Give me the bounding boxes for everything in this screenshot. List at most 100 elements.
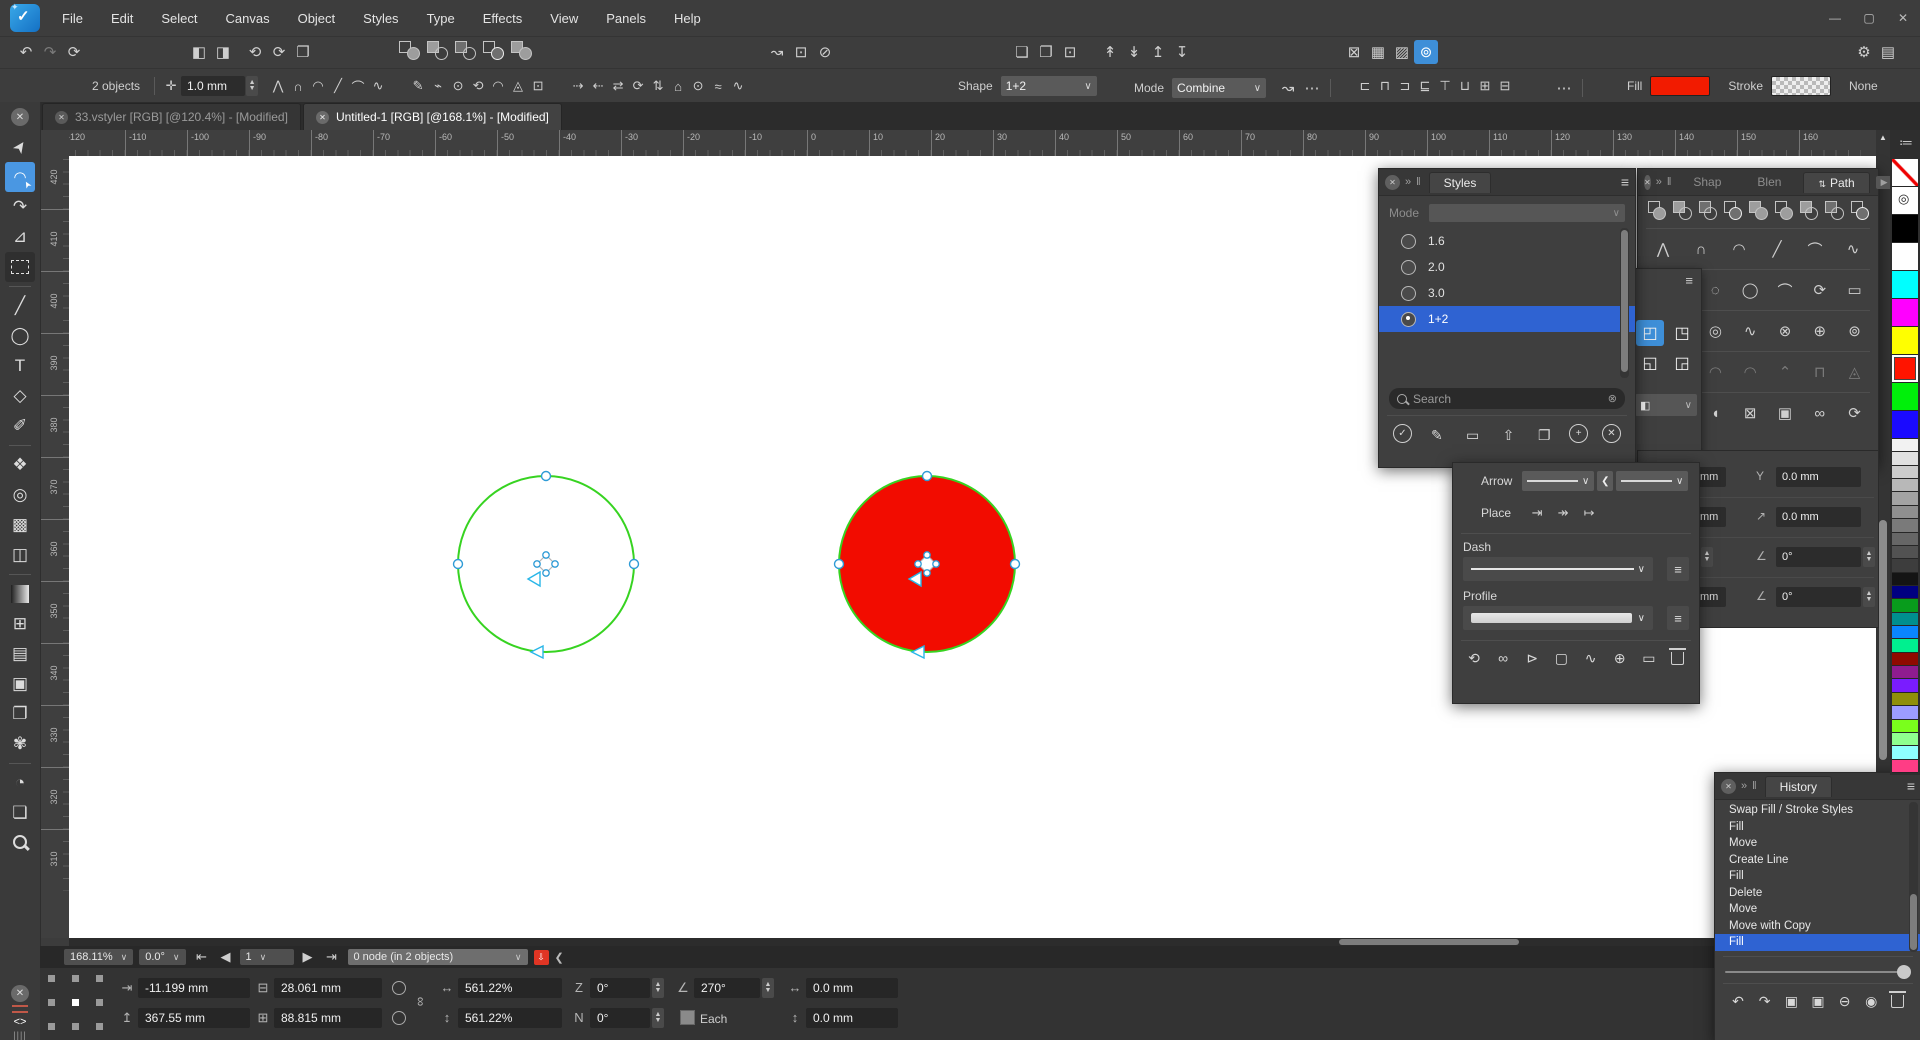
record-history-icon[interactable]: ◉ — [1860, 990, 1882, 1012]
place-start-icon[interactable]: ⇥ — [1527, 503, 1547, 523]
warp-tool[interactable]: ◫ — [5, 540, 35, 570]
selection-status[interactable]: 0 node (in 2 objects)∨ — [348, 949, 528, 965]
width-tool[interactable]: ✐ — [5, 411, 35, 441]
extend-left-icon[interactable]: ⇠ — [588, 76, 608, 96]
exclude-icon[interactable] — [481, 40, 505, 60]
rotation-select[interactable]: 0.0°∨ — [139, 949, 185, 965]
send-backward-icon[interactable]: ↧ — [1170, 40, 1194, 64]
close-toolbar-icon[interactable]: ✕ — [11, 108, 29, 126]
delete-snapshot-icon[interactable]: ▣ — [1780, 990, 1802, 1012]
swap-stroke-icon[interactable]: ⟲ — [1463, 647, 1485, 669]
square-node-icon[interactable]: ⊡ — [528, 76, 548, 96]
sketch-ellipse-icon[interactable]: ◌ — [1703, 278, 1727, 302]
tab-styles[interactable]: Styles — [1429, 172, 1492, 193]
peak-icon[interactable]: ⌃ — [1773, 360, 1797, 384]
color-swatch[interactable] — [1892, 327, 1918, 355]
each-checkbox[interactable] — [680, 1010, 695, 1025]
node-handle[interactable] — [543, 552, 549, 558]
bring-forward-icon[interactable]: ↥ — [1146, 40, 1170, 64]
ellipse-tool[interactable]: ◯ — [5, 321, 35, 351]
bring-to-front-icon[interactable]: ↟ — [1098, 40, 1122, 64]
reference-point-selector[interactable] — [48, 975, 104, 1031]
height-field[interactable]: 88.815 mm — [274, 1008, 382, 1028]
rotation-field[interactable]: 270° — [694, 978, 760, 998]
angle-field-2[interactable]: 0° — [1776, 587, 1861, 607]
divide-icon[interactable] — [509, 40, 533, 60]
panel-close-icon[interactable]: ✕ — [1721, 779, 1736, 794]
align-middle-icon[interactable]: ⊤ — [1435, 76, 1455, 96]
color-swatch[interactable] — [1892, 653, 1918, 666]
panel-collapse-icon[interactable]: » — [1741, 780, 1747, 792]
style-mode-select[interactable]: ∨ — [1429, 204, 1625, 222]
rgb-preview-icon[interactable]: ⊚ — [1414, 40, 1438, 64]
vscroll-thumb[interactable] — [1879, 520, 1887, 760]
pathop-intersect-icon[interactable] — [1697, 200, 1718, 220]
align-top-icon[interactable]: ⊑ — [1415, 76, 1435, 96]
angle-stepper-3[interactable]: ▲▼ — [1863, 587, 1875, 607]
pathop-trim-icon[interactable] — [1798, 200, 1819, 220]
flip-vertical-icon[interactable]: ◨ — [211, 40, 235, 64]
more-options-icon[interactable]: ⋯ — [1300, 76, 1324, 100]
color-swatch[interactable] — [1892, 355, 1918, 383]
proportional-toggle[interactable] — [392, 981, 406, 995]
scroll-up-icon[interactable]: ▲ — [1876, 133, 1890, 142]
arc-icon[interactable]: ⌒ — [1773, 278, 1797, 302]
menu-item[interactable]: Effects — [469, 11, 537, 26]
clear-history-icon[interactable] — [1887, 990, 1909, 1012]
color-swatch[interactable] — [1892, 599, 1918, 612]
slider-knob[interactable] — [1897, 965, 1911, 979]
link-stroke-icon[interactable]: ∞ — [1492, 647, 1514, 669]
selection-handle[interactable] — [630, 560, 639, 569]
history-item[interactable]: Move — [1715, 835, 1920, 852]
corner-style-3[interactable]: ◱ — [1636, 350, 1664, 376]
pattern-tool[interactable]: ▩ — [5, 510, 35, 540]
align-right-icon[interactable]: ⊐ — [1395, 76, 1415, 96]
skew-y-stepper[interactable]: ▲▼ — [652, 1008, 664, 1028]
move-y-field[interactable]: 0.0 mm — [806, 1008, 898, 1028]
menu-item[interactable]: Type — [413, 11, 469, 26]
selection-handle[interactable] — [542, 472, 551, 481]
first-page-icon[interactable]: ⇤ — [192, 947, 212, 967]
pick-stroke-icon[interactable]: ⊳ — [1521, 647, 1543, 669]
style-list-item[interactable]: 2.0 — [1379, 254, 1635, 280]
color-swatch[interactable] — [1892, 706, 1918, 719]
history-item[interactable]: Fill — [1715, 819, 1920, 836]
stroke-swatch[interactable] — [1771, 76, 1831, 96]
wave-thin-icon[interactable]: ∿ — [728, 76, 748, 96]
tab-shape[interactable]: Shap — [1679, 172, 1735, 192]
history-item[interactable]: Move with Copy — [1715, 918, 1920, 935]
panel-handle-icon[interactable]: <> — [14, 1016, 27, 1028]
eyedropper-tool[interactable]: ◔ — [5, 768, 35, 798]
offset-path-icon[interactable]: ⊘ — [813, 40, 837, 64]
zoom-level-select[interactable]: 168.11%∨ — [64, 949, 133, 965]
undo-icon[interactable]: ↶ — [1727, 990, 1749, 1012]
tab-blend[interactable]: Blen — [1743, 172, 1795, 192]
reverse-path-icon[interactable]: ⟲ — [468, 76, 488, 96]
align-left-icon[interactable]: ⊏ — [1355, 76, 1375, 96]
corner-node-icon[interactable]: ⋀ — [1651, 237, 1675, 261]
triangulate-icon[interactable]: ◬ — [1843, 360, 1867, 384]
color-swatch[interactable] — [1892, 720, 1918, 733]
none-swatch[interactable] — [1892, 159, 1918, 187]
node-handle[interactable] — [543, 570, 549, 576]
profile-select[interactable]: ∨ — [1463, 606, 1653, 630]
pathop-exclude-icon[interactable] — [1722, 200, 1743, 220]
arrow-end-select[interactable]: ∨ — [1616, 471, 1688, 491]
style-radio[interactable] — [1401, 286, 1416, 301]
panel-close-icon[interactable]: ✕ — [1644, 175, 1651, 190]
color-swatch[interactable] — [1892, 746, 1918, 759]
place-end-icon[interactable]: ↦ — [1579, 503, 1599, 523]
node-handle[interactable] — [552, 561, 558, 567]
node-smooth-icon[interactable]: ∩ — [288, 76, 308, 96]
panel-grip-icon[interactable]: |||| — [13, 1030, 26, 1040]
palette-menu-icon[interactable] — [1892, 132, 1918, 159]
distribute-v-icon[interactable]: ⊟ — [1495, 76, 1515, 96]
menu-item[interactable]: Help — [660, 11, 715, 26]
flex-segment-icon[interactable]: ∿ — [1841, 237, 1865, 261]
wave-bold-icon[interactable]: ≈ — [708, 76, 728, 96]
color-swatch[interactable] — [1892, 679, 1918, 692]
export-icon[interactable]: ❐ — [1034, 40, 1058, 64]
distribute-h-icon[interactable]: ⊞ — [1475, 76, 1495, 96]
angle-stepper[interactable]: ▲▼ — [1701, 547, 1713, 567]
segment-scurve-icon[interactable]: ∿ — [368, 76, 388, 96]
